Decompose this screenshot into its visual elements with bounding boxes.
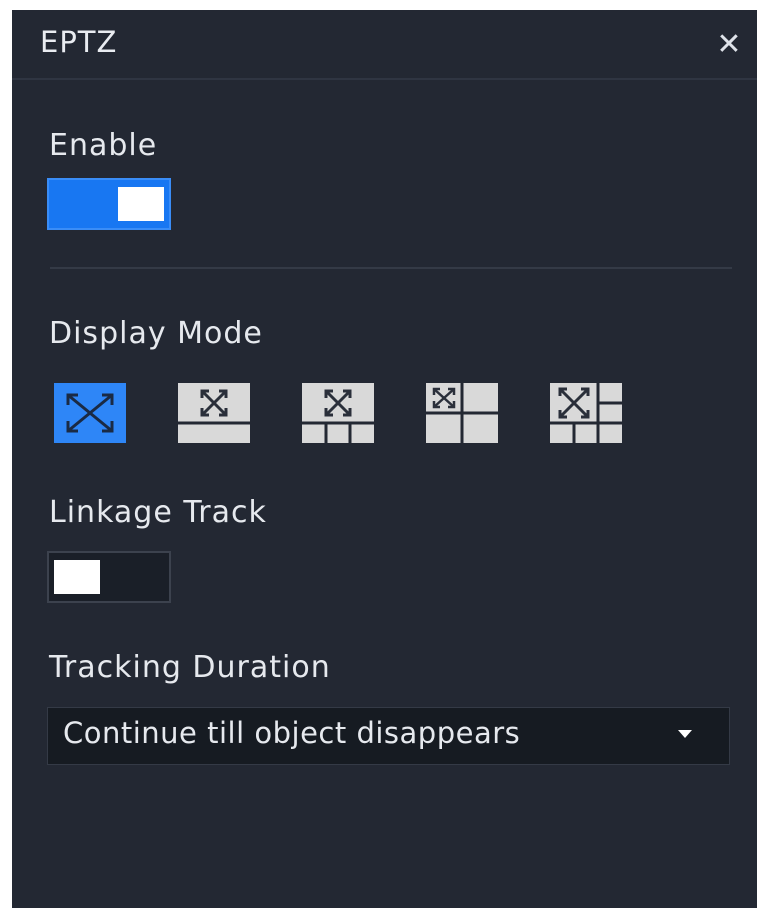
main-plus-bottom-strip-icon[interactable] bbox=[178, 383, 250, 443]
enable-toggle[interactable] bbox=[47, 178, 171, 230]
dialog-header: EPTZ ✕ bbox=[12, 10, 757, 80]
main-plus-three-bottom-icon[interactable] bbox=[302, 383, 374, 443]
fullscreen-mode-icon[interactable] bbox=[54, 383, 126, 443]
tracking-duration-label: Tracking Duration bbox=[49, 650, 331, 685]
toggle-knob bbox=[118, 187, 164, 221]
display-mode-label: Display Mode bbox=[49, 316, 263, 351]
dialog-title: EPTZ bbox=[40, 25, 118, 59]
main-plus-side-and-bottom-icon[interactable] bbox=[550, 383, 622, 443]
quad-split-icon[interactable] bbox=[426, 383, 498, 443]
tracking-duration-select[interactable]: Continue till object disappears bbox=[47, 707, 730, 765]
enable-label: Enable bbox=[49, 128, 158, 163]
display-mode-options bbox=[12, 383, 757, 443]
section-divider bbox=[50, 267, 732, 269]
linkage-track-label: Linkage Track bbox=[49, 495, 267, 530]
close-icon[interactable]: ✕ bbox=[712, 28, 746, 62]
linkage-track-toggle[interactable] bbox=[47, 551, 171, 603]
tracking-duration-value: Continue till object disappears bbox=[63, 716, 521, 750]
chevron-down-icon bbox=[678, 730, 692, 738]
toggle-knob bbox=[54, 560, 100, 594]
eptz-dialog: EPTZ ✕ Enable Display Mode Linkage Track… bbox=[12, 10, 757, 908]
